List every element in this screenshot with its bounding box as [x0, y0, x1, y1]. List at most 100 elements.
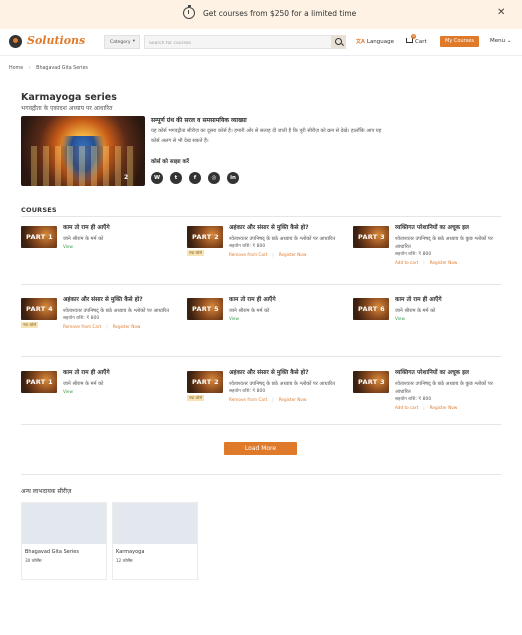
language-button[interactable]: 文A Language	[356, 38, 394, 45]
course-description: श्वेताश्वतर उपनिषद् के छठे अध्याय के श्ल…	[229, 236, 336, 242]
view-link[interactable]: View	[229, 315, 341, 323]
load-more-button[interactable]: Load More	[224, 442, 297, 455]
register-now-link[interactable]: Register Now	[279, 252, 307, 257]
add-to-cart-link[interactable]: Add to cart	[395, 405, 418, 410]
view-link[interactable]: View	[395, 315, 507, 323]
course-title[interactable]: व्यक्तिगत परेशानियों का अचूक इल	[395, 225, 510, 233]
register-now-link[interactable]: Register Now	[430, 405, 458, 410]
other-series-heading: अन्य लाभदायक सीरीज़	[21, 488, 72, 495]
linkedin-icon[interactable]: in	[227, 172, 239, 184]
register-now-link[interactable]: Register Now	[113, 324, 141, 329]
my-courses-button[interactable]: My Courses	[440, 36, 479, 47]
add-to-cart-link[interactable]: Add to cart	[395, 260, 418, 265]
page-title: Karmayoga series	[21, 92, 117, 103]
course-thumbnail[interactable]: PART 1	[21, 226, 57, 248]
view-link[interactable]: View	[63, 388, 175, 396]
remove-from-cart-link[interactable]: Remove from Cart	[63, 324, 101, 329]
course-info: श्वेताश्वतर उपनिषद् के छठे अध्याय के श्ल…	[229, 380, 341, 404]
course-part-label: PART 6	[358, 305, 385, 313]
course-info: श्वेताश्वतर उपनिषद् के छठे अध्याय के कुछ…	[395, 235, 507, 267]
course-info: जाने श्रीराम के मर्म को View	[63, 380, 175, 396]
register-now-link[interactable]: Register Now	[279, 397, 307, 402]
course-title[interactable]: अहंकार और संसार से मुक्ति कैसे हो?	[229, 370, 344, 378]
search-input[interactable]	[144, 35, 332, 49]
course-price: सहयोग राशि: ₹ 800	[229, 244, 266, 249]
action-separator: |	[272, 397, 274, 402]
course-card[interactable]: PART 2 नया कोर्स अहंकार और संसार से मुक्ति…	[187, 224, 347, 280]
course-description: जाने श्रीराम के मर्म को	[395, 308, 436, 314]
category-dropdown[interactable]: Category ▾	[104, 35, 140, 49]
course-price: सहयोग राशि: ₹ 800	[63, 316, 100, 321]
description-line: कोर्स अलग से भी देख सकते हैं।	[151, 138, 209, 144]
divider	[21, 474, 501, 475]
course-thumbnail[interactable]: PART 2	[187, 226, 223, 248]
course-thumbnail[interactable]: PART 3	[353, 226, 389, 248]
course-title[interactable]: काम तो राम ही आएँगे	[63, 225, 178, 233]
course-description: श्वेताश्वतर उपनिषद् के छठे अध्याय के कुछ…	[395, 381, 493, 395]
course-description: जाने श्रीराम के मर्म को	[63, 381, 104, 387]
course-title[interactable]: अहंकार और संसार से मुक्ति कैसे हो?	[63, 297, 178, 305]
course-thumbnail[interactable]: PART 4	[21, 298, 57, 320]
course-card[interactable]: PART 4 नया कोर्स अहंकार और संसार से मुक्ति…	[21, 296, 181, 352]
whatsapp-icon[interactable]: W	[151, 172, 163, 184]
close-icon[interactable]: ✕	[497, 7, 505, 18]
course-title[interactable]: अहंकार और संसार से मुक्ति कैसे हो?	[229, 225, 344, 233]
series-card[interactable]: Bhagavad Gita Series 30 कोर्सेस	[21, 502, 107, 580]
twitter-icon[interactable]: t	[170, 172, 182, 184]
cover-badge: 2	[124, 174, 129, 181]
course-part-label: PART 2	[192, 233, 219, 241]
course-info: जाने श्रीराम के मर्म को View	[63, 235, 175, 251]
course-thumbnail[interactable]: PART 6	[353, 298, 389, 320]
register-now-link[interactable]: Register Now	[430, 260, 458, 265]
course-actions: Add to cart | Register Now	[395, 404, 507, 412]
course-price: सहयोग राशि: ₹ 800	[395, 252, 432, 257]
course-title[interactable]: काम तो राम ही आएँगे	[395, 297, 510, 305]
cart-button[interactable]: Cart	[406, 38, 427, 45]
remove-from-cart-link[interactable]: Remove from Cart	[229, 397, 267, 402]
language-label: Language	[366, 39, 395, 45]
course-info: जाने श्रीराम के मर्म को View	[229, 307, 341, 323]
search-icon[interactable]	[332, 35, 346, 49]
view-link[interactable]: View	[63, 243, 175, 251]
course-card[interactable]: PART 5 काम तो राम ही आएँगे जाने श्रीराम के…	[187, 296, 347, 352]
course-thumbnail[interactable]: PART 2	[187, 371, 223, 393]
course-price: सहयोग राशि: ₹ 800	[229, 389, 266, 394]
divider	[21, 424, 501, 425]
promo-banner: Get courses from $250 for a limited time…	[0, 0, 522, 29]
course-part-label: PART 1	[26, 378, 53, 386]
breadcrumb-home[interactable]: Home	[9, 66, 23, 71]
logo-icon[interactable]	[9, 35, 22, 48]
course-card[interactable]: PART 3 व्यक्तिगत परेशानियों का अचूक इल श्व…	[353, 224, 513, 280]
course-actions: Remove from Cart | Register Now	[229, 396, 341, 404]
course-card[interactable]: PART 2 नया कोर्स अहंकार और संसार से मुक्ति…	[187, 369, 347, 425]
logo-text[interactable]: Solutions	[27, 34, 85, 47]
series-card[interactable]: Karmayoga 12 कोर्सेस	[112, 502, 198, 580]
course-info: जाने श्रीराम के मर्म को View	[395, 307, 507, 323]
action-separator: |	[423, 405, 425, 410]
course-part-label: PART 3	[358, 378, 385, 386]
course-thumbnail[interactable]: PART 1	[21, 371, 57, 393]
course-part-label: PART 1	[26, 233, 53, 241]
course-thumbnail[interactable]: PART 5	[187, 298, 223, 320]
menu-button[interactable]: Menu ⌄	[490, 38, 511, 44]
chevron-down-icon: ▾	[132, 39, 135, 44]
share-icons: W t f ◎ in	[151, 172, 239, 184]
course-card[interactable]: PART 1 काम तो राम ही आएँगे जाने श्रीराम के…	[21, 369, 181, 425]
translate-icon: 文A	[356, 39, 365, 45]
course-card[interactable]: PART 6 काम तो राम ही आएँगे जाने श्रीराम के…	[353, 296, 513, 352]
course-thumbnail[interactable]: PART 3	[353, 371, 389, 393]
course-title[interactable]: व्यक्तिगत परेशानियों का अचूक इल	[395, 370, 510, 378]
course-title[interactable]: काम तो राम ही आएँगे	[229, 297, 344, 305]
course-card[interactable]: PART 1 काम तो राम ही आएँगे जाने श्रीराम के…	[21, 224, 181, 280]
series-card-image	[22, 503, 106, 544]
breadcrumb: Home › Bhagavad Gita Series	[9, 66, 88, 71]
remove-from-cart-link[interactable]: Remove from Cart	[229, 252, 267, 257]
course-card[interactable]: PART 3 व्यक्तिगत परेशानियों का अचूक इल श्व…	[353, 369, 513, 425]
description-line: यह कोर्स भगवद्गीता सीरीज़ का दूसरा कोर्स…	[151, 128, 382, 134]
instagram-icon[interactable]: ◎	[208, 172, 220, 184]
course-part-label: PART 4	[26, 305, 53, 313]
course-actions: Remove from Cart | Register Now	[229, 251, 341, 259]
facebook-icon[interactable]: f	[189, 172, 201, 184]
course-title[interactable]: काम तो राम ही आएँगे	[63, 370, 178, 378]
series-card-name: Bhagavad Gita Series	[25, 549, 79, 555]
